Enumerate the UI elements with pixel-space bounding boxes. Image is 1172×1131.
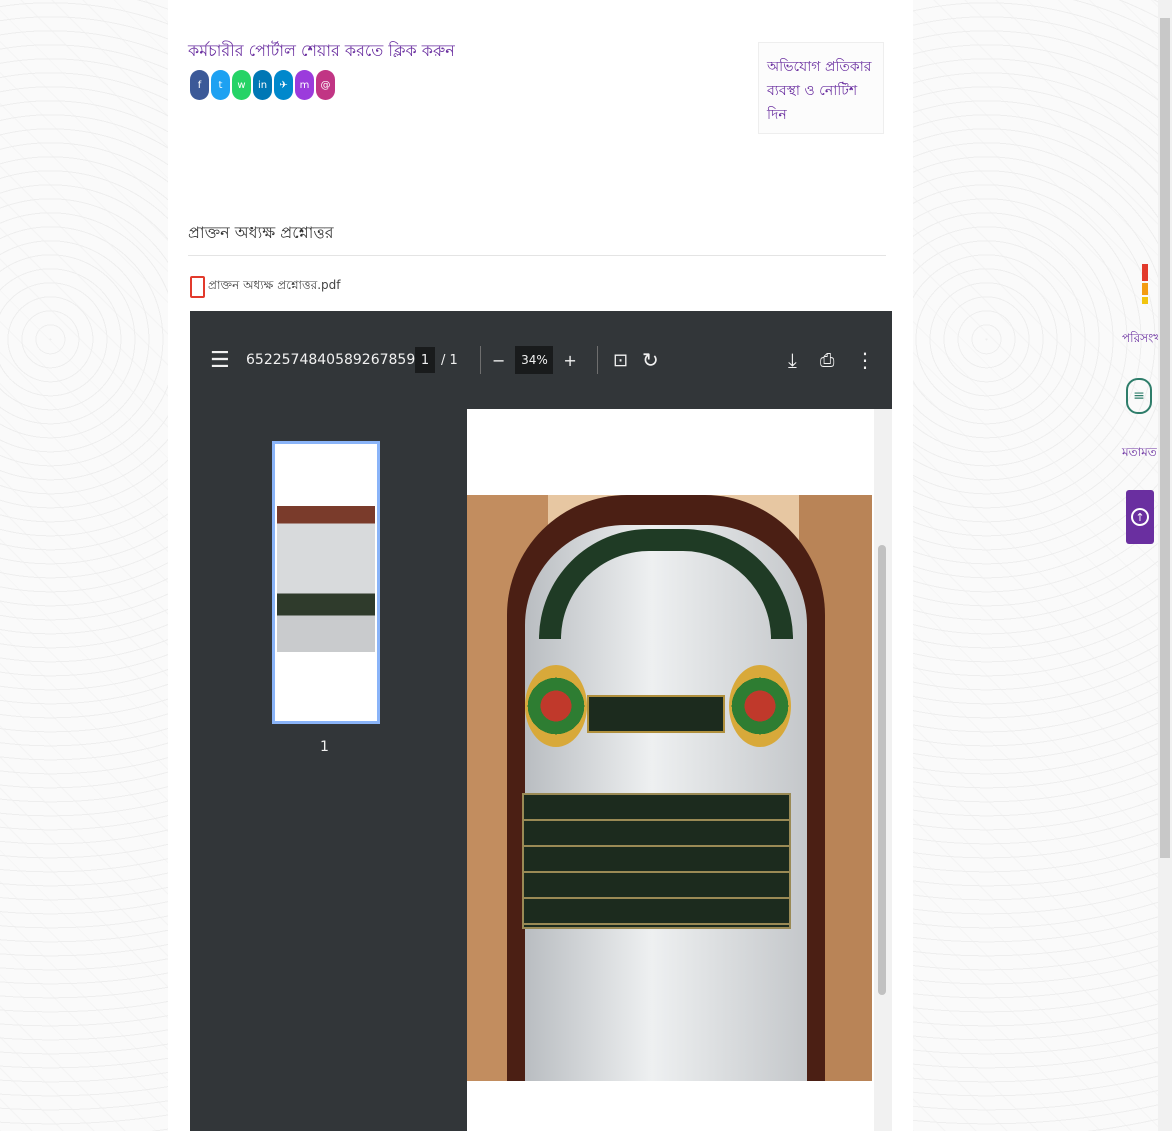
pdf-file-link[interactable]: প্রাক্তন অধ্যক্ষ প্রশ্নোত্তর.pdf [190,276,340,298]
institution-emblem [729,665,791,747]
page-number-input[interactable]: 1 [415,347,435,373]
plaque-title-board [587,695,725,733]
viewer-scroll-thumb[interactable] [878,545,886,995]
rotate-icon[interactable]: ↻ [642,311,659,409]
page-canvas [467,409,874,1131]
zoom-in-icon[interactable]: + [563,351,576,370]
page-total: / 1 [441,352,458,368]
plaque-name-table [522,793,791,929]
page-scroll-thumb[interactable] [1160,18,1170,858]
chat-label[interactable]: মতামত [1122,444,1157,464]
section-divider [188,255,886,256]
messenger-icon[interactable]: m [295,70,314,100]
pdf-toolbar: ☰ 6522574840589267859... 1 / 1 − 34% + ⊡… [190,311,892,409]
plaque-photo [467,495,872,1081]
chat-icon[interactable]: ≡ [1126,378,1152,414]
toolbar-divider [480,346,481,374]
telegram-icon[interactable]: ✈ [274,70,293,100]
page-thumbnail[interactable] [272,441,380,724]
zoom-out-icon[interactable]: − [492,351,505,370]
stats-chart-icon[interactable] [1118,264,1148,304]
email-icon[interactable]: @ [316,70,335,100]
pdf-file-name[interactable]: প্রাক্তন অধ্যক্ষ প্রশ্নোত্তর.pdf [208,277,340,297]
download-icon[interactable]: ⤓ [788,311,797,409]
government-emblem [525,665,587,747]
whatsapp-icon[interactable]: w [232,70,251,100]
notice-link[interactable]: অভিযোগ প্রতিকার ব্যবস্থা ও নোটিশ দিন [759,43,883,139]
section-title: প্রাক্তন অধ্যক্ষ প্রশ্নোত্তর [188,223,334,242]
more-options-icon[interactable]: ⋮ [855,311,875,409]
menu-icon[interactable]: ☰ [210,311,230,409]
page-indicator: 1 / 1 [415,311,458,409]
pdf-file-icon [190,276,205,298]
page-scrollbar[interactable] [1158,0,1172,1131]
viewer-scrollbar[interactable] [874,409,892,1131]
thumbnail-photo [277,506,375,652]
background-pattern-right [913,0,1158,1131]
facebook-icon[interactable]: f [190,70,209,100]
scroll-top-button[interactable]: ↑ [1126,490,1154,544]
arrow-up-icon: ↑ [1131,508,1149,526]
zoom-controls: − 34% + [492,311,577,409]
background-pattern-left [0,0,168,1131]
toolbar-divider [597,346,598,374]
pdf-file-title: 6522574840589267859... [246,352,429,368]
zoom-level-input[interactable]: 34% [515,346,554,374]
pdf-page [467,409,874,1131]
share-prompt: কর্মচারীর পোর্টাল শেয়ার করতে ক্লিক করুন [188,41,455,60]
notice-box[interactable]: অভিযোগ প্রতিকার ব্যবস্থা ও নোটিশ দিন [758,42,884,134]
thumbnail-sidebar: 1 [190,409,467,1131]
fit-page-icon[interactable]: ⊡ [613,311,628,409]
pdf-viewer: ☰ 6522574840589267859... 1 / 1 − 34% + ⊡… [190,311,892,1131]
twitter-icon[interactable]: t [211,70,230,100]
print-icon[interactable]: ⎙ [820,311,834,409]
thumbnail-page-number: 1 [320,739,329,755]
linkedin-icon[interactable]: in [253,70,272,100]
social-share-row: f t w in ✈ m @ [190,70,335,100]
